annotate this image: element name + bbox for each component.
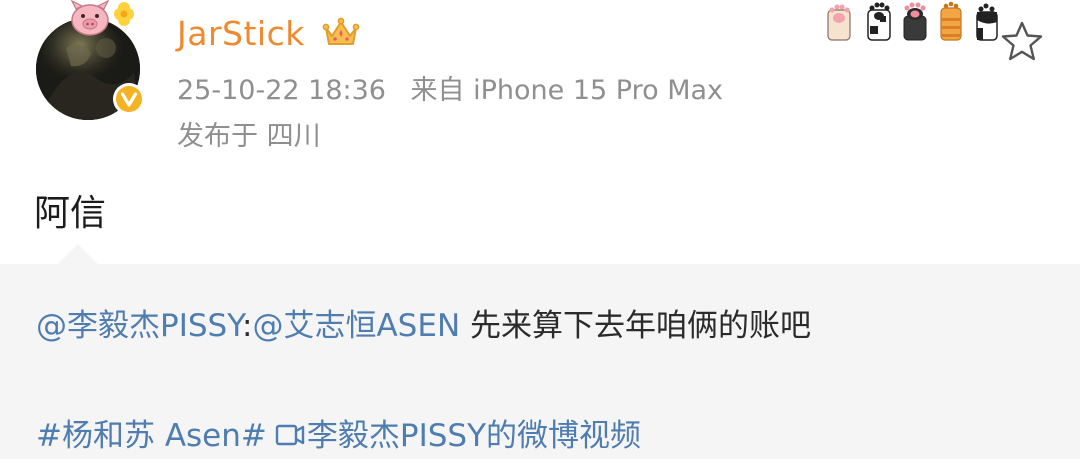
verified-badge-icon — [113, 83, 145, 115]
star-icon[interactable] — [1000, 20, 1044, 62]
repost-message: 先来算下去年咱俩的账吧 — [460, 308, 811, 344]
video-link[interactable]: 李毅杰PISSY的微博视频 — [307, 418, 641, 454]
source-prefix: 来自 — [410, 75, 465, 106]
paw-icon — [976, 3, 998, 41]
post-location: 发布于 四川 — [177, 121, 321, 152]
mention-link[interactable]: @李毅杰PISSY — [36, 308, 242, 344]
weibo-post: JarStick 25-10-22 18:36 来自 iPhone 15 Pro… — [0, 0, 1080, 459]
avatar-container[interactable] — [34, 0, 145, 120]
video-icon[interactable] — [275, 421, 305, 449]
post-meta: 25-10-22 18:36 来自 iPhone 15 Pro Max — [177, 68, 723, 107]
paw-icon — [903, 2, 927, 41]
repost-colon: : — [242, 308, 253, 344]
pig-icon — [70, 0, 134, 36]
username[interactable]: JarStick — [177, 14, 305, 53]
paw-icon — [827, 4, 851, 41]
source-device: iPhone 15 Pro Max — [473, 75, 724, 106]
post-time[interactable]: 25-10-22 18:36 — [177, 75, 386, 106]
mention-link[interactable]: @艾志恒ASEN — [252, 308, 460, 344]
hashtag-link[interactable]: #杨和苏 Asen# — [36, 418, 267, 454]
post-content: 阿信 — [34, 193, 107, 234]
paw-icon — [940, 1, 962, 41]
paw-icon — [867, 2, 891, 41]
repost-tags: #杨和苏 Asen# 李毅杰PISSY的微博视频 — [36, 410, 641, 455]
repost-notch — [58, 244, 98, 264]
crown-icon[interactable] — [322, 16, 360, 50]
paw-icons — [827, 1, 998, 41]
repost-text: @李毅杰PISSY:@艾志恒ASEN 先来算下去年咱俩的账吧 — [36, 300, 811, 345]
